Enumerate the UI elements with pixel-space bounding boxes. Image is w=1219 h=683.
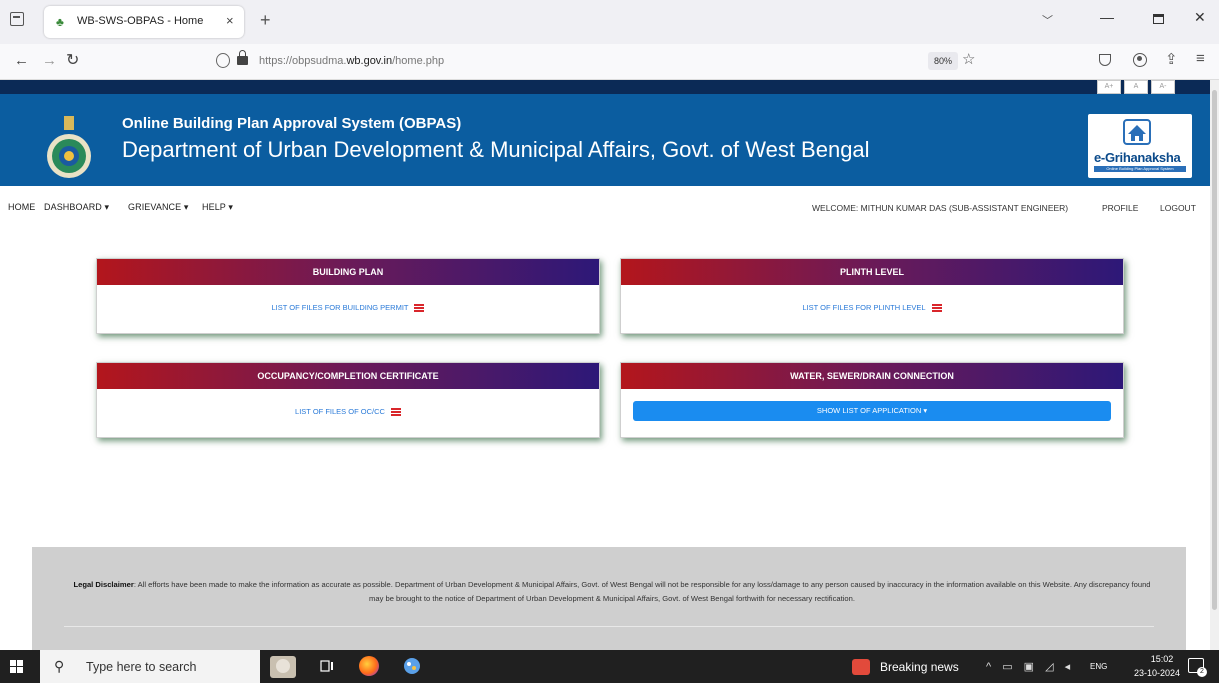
e-grihanaksha-logo[interactable]: e-Grihanaksha Online Building Plan Appro… <box>1088 114 1192 178</box>
browser-tab-bar: ♣ WB-SWS-OBPAS - Home × + ﹀ — ✕ <box>0 0 1219 44</box>
department-name: Department of Urban Development & Munici… <box>122 137 870 162</box>
oc-cc-files-link[interactable]: LIST OF FILES OF OC/CC <box>97 407 599 417</box>
tracking-shield-icon[interactable] <box>216 53 230 68</box>
browser-tab[interactable]: ♣ WB-SWS-OBPAS - Home × <box>44 6 244 38</box>
disclaimer-label: Legal Disclaimer <box>73 580 134 589</box>
list-icon <box>390 408 401 417</box>
reload-icon[interactable]: ↻ <box>66 50 79 70</box>
search-icon: ⚲ <box>54 658 65 674</box>
forward-arrow-icon[interactable]: → <box>42 52 57 69</box>
plinth-level-files-link[interactable]: LIST OF FILES FOR PLINTH LEVEL <box>621 303 1123 313</box>
link-label: LIST OF FILES FOR PLINTH LEVEL <box>802 303 926 312</box>
profile-link[interactable]: PROFILE <box>1102 203 1138 213</box>
brand-tagline: Online Building Plan Approval System <box>1094 166 1186 172</box>
share-icon[interactable]: ⇪ <box>1165 50 1178 68</box>
menu-grievance[interactable]: GRIEVANCE ▾ <box>128 202 188 213</box>
page-title: Online Building Plan Approval System (OB… <box>122 115 462 132</box>
building-permit-files-link[interactable]: LIST OF FILES FOR BUILDING PERMIT <box>97 303 599 313</box>
show-list-of-application-button[interactable]: SHOW LIST OF APPLICATION ▾ <box>633 401 1111 421</box>
task-view-icon[interactable] <box>320 659 334 673</box>
house-icon <box>1123 119 1151 145</box>
windows-start-icon[interactable] <box>10 660 24 674</box>
card-title: WATER, SEWER/DRAIN CONNECTION <box>621 363 1123 389</box>
site-favicon-icon: ♣ <box>56 15 64 29</box>
plinth-level-card: PLINTH LEVEL LIST OF FILES FOR PLINTH LE… <box>620 258 1124 334</box>
page-scrollbar[interactable] <box>1210 80 1219 650</box>
minimize-icon[interactable]: — <box>1100 9 1114 25</box>
search-placeholder: Type here to search <box>86 660 197 674</box>
bookmark-star-icon[interactable]: ☆ <box>962 50 975 68</box>
maximize-icon[interactable] <box>1153 14 1164 24</box>
brand-name: e-Grihanaksha <box>1094 150 1181 165</box>
tab-close-icon[interactable]: × <box>226 13 234 28</box>
language-indicator[interactable]: ENG <box>1090 662 1107 671</box>
logout-link[interactable]: LOGOUT <box>1160 203 1196 213</box>
clock-date[interactable]: 23-10-2024 <box>1133 668 1181 678</box>
dashboard-cards: BUILDING PLAN LIST OF FILES FOR BUILDING… <box>0 228 1210 548</box>
legal-disclaimer: Legal Disclaimer: All efforts have been … <box>72 578 1152 606</box>
address-bar[interactable]: https://obpsudma.wb.gov.in/home.php <box>259 55 444 67</box>
menu-home[interactable]: HOME <box>8 202 35 212</box>
url-domain: wb.gov.in <box>346 55 393 67</box>
font-increase-button[interactable]: A+ <box>1097 80 1121 94</box>
list-icon <box>931 304 942 313</box>
occupancy-certificate-card: OCCUPANCY/COMPLETION CERTIFICATE LIST OF… <box>96 362 600 438</box>
firefox-icon[interactable] <box>359 656 379 676</box>
pocket-icon[interactable] <box>1099 54 1111 66</box>
taskbar-search-box[interactable]: ⚲ Type here to search <box>40 650 260 683</box>
font-size-controls: A+ A A- <box>1097 80 1175 94</box>
chevron-down-icon[interactable]: ﹀ <box>1042 12 1053 28</box>
footer-divider <box>64 626 1154 627</box>
top-strip: A+ A A- <box>0 80 1210 94</box>
tab-title: WB-SWS-OBPAS - Home <box>77 15 204 27</box>
font-reset-button[interactable]: A <box>1124 80 1148 94</box>
menu-dashboard[interactable]: DASHBOARD ▾ <box>44 202 109 213</box>
browser-navigation-bar: ← → ↻ https://obpsudma.wb.gov.in/home.ph… <box>0 44 1219 80</box>
welcome-user-text: WELCOME: MITHUN KUMAR DAS (SUB-ASSISTANT… <box>812 203 1069 213</box>
windows-taskbar: ⚲ Type here to search Breaking news ^ ▭ … <box>0 650 1219 683</box>
link-label: LIST OF FILES OF OC/CC <box>295 407 385 416</box>
west-bengal-emblem-icon <box>47 116 91 178</box>
building-plan-card: BUILDING PLAN LIST OF FILES FOR BUILDING… <box>96 258 600 334</box>
clock-time[interactable]: 15:02 <box>1138 654 1186 664</box>
close-icon[interactable]: ✕ <box>1194 9 1206 26</box>
web-page: A+ A A- Online Building Plan Approval Sy… <box>0 80 1210 650</box>
account-icon[interactable] <box>1133 53 1147 67</box>
footer: Legal Disclaimer: All efforts have been … <box>32 547 1186 650</box>
lock-icon[interactable] <box>237 50 248 66</box>
system-tray-icons[interactable]: ^ ▭ ▣ ◿ ◂ <box>986 660 1074 673</box>
tab-list-icon[interactable] <box>10 12 24 26</box>
list-icon <box>414 304 425 313</box>
disclaimer-text: : All efforts have been made to make the… <box>133 580 1151 603</box>
water-sewer-connection-card: WATER, SEWER/DRAIN CONNECTION SHOW LIST … <box>620 362 1124 438</box>
url-suffix: /home.php <box>392 55 445 67</box>
search-highlight-icon[interactable] <box>268 652 298 680</box>
news-icon[interactable] <box>852 659 870 675</box>
scrollbar-thumb[interactable] <box>1212 90 1217 610</box>
news-widget-text[interactable]: Breaking news <box>880 660 959 674</box>
card-title: OCCUPANCY/COMPLETION CERTIFICATE <box>97 363 599 389</box>
font-decrease-button[interactable]: A- <box>1151 80 1175 94</box>
paint-app-icon[interactable] <box>402 656 422 676</box>
url-prefix: https://obpsudma. <box>259 55 347 67</box>
menu-help[interactable]: HELP ▾ <box>202 202 233 213</box>
card-title: PLINTH LEVEL <box>621 259 1123 285</box>
hamburger-menu-icon[interactable]: ≡ <box>1196 50 1205 67</box>
card-title: BUILDING PLAN <box>97 259 599 285</box>
back-arrow-icon[interactable]: ← <box>14 52 29 69</box>
header-banner: Online Building Plan Approval System (OB… <box>0 94 1210 186</box>
new-tab-button[interactable]: + <box>260 10 271 31</box>
notification-count-badge: 2 <box>1197 667 1207 677</box>
link-label: LIST OF FILES FOR BUILDING PERMIT <box>271 303 409 312</box>
main-menu: HOME DASHBOARD ▾ GRIEVANCE ▾ HELP ▾ WELC… <box>0 186 1210 228</box>
zoom-level-badge[interactable]: 80% <box>928 52 959 70</box>
